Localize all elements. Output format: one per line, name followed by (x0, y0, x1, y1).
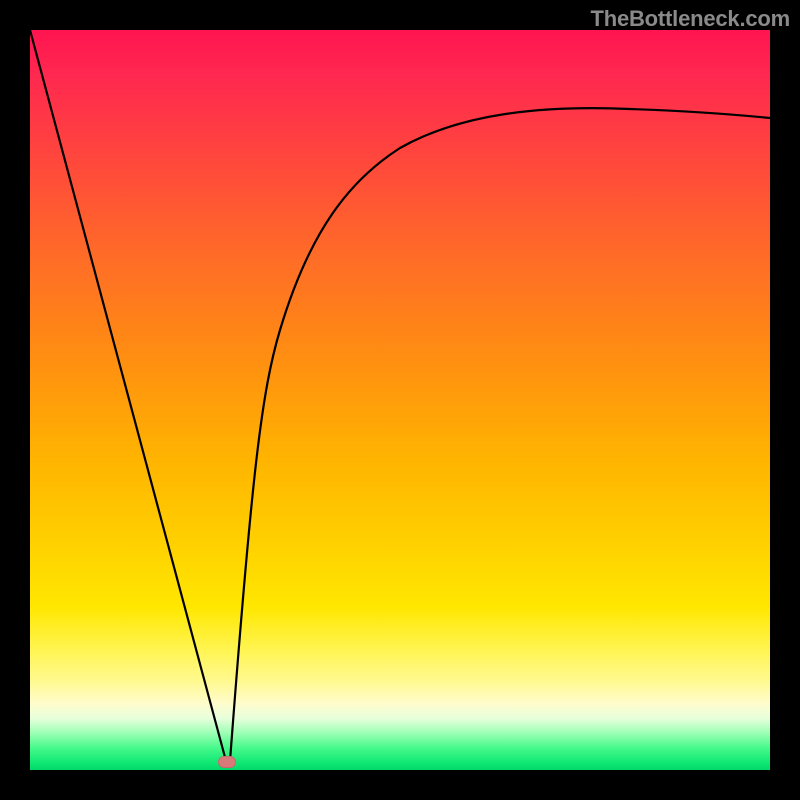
chart-curve-layer (30, 30, 770, 770)
attribution-text: TheBottleneck.com (590, 6, 790, 32)
curve-left-limb (30, 30, 226, 761)
chart-container: TheBottleneck.com (0, 0, 800, 800)
curve-right-limb (230, 108, 770, 761)
valley-marker (218, 756, 236, 768)
